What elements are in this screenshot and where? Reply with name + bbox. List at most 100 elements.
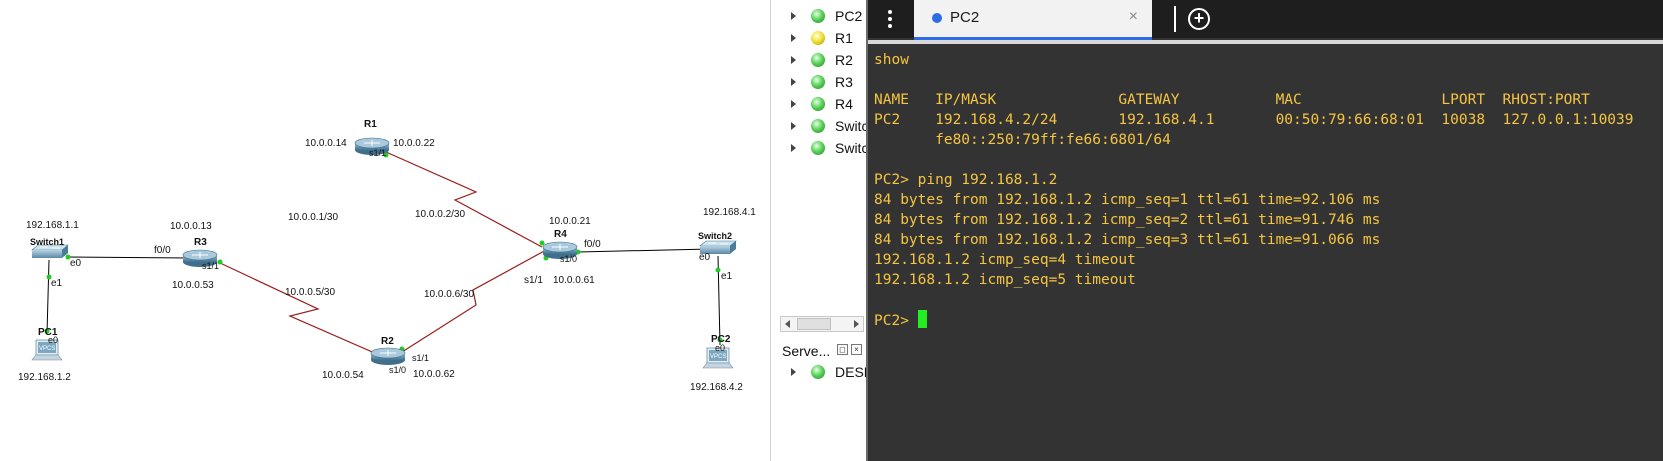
terminal-line: 192.168.1.2 icmp_seq=5 timeout: [874, 272, 1136, 288]
scrollbar-thumb[interactable]: [797, 318, 831, 330]
device-item-pc2[interactable]: PC2: [771, 5, 867, 27]
device-item-r4[interactable]: R4: [771, 93, 867, 115]
switch2-port-e1: e1: [721, 271, 733, 282]
terminal-line: PC2 192.168.4.2/24 192.168.4.1 00:50:79:…: [874, 112, 1634, 128]
terminal-output[interactable]: show NAME IP/MASK GATEWAY MAC LPORT RHOS…: [874, 50, 1662, 455]
device-name: R3: [835, 74, 853, 90]
r2-port-s10: s1/0: [389, 365, 407, 375]
scroll-left-icon[interactable]: [785, 320, 790, 328]
device-name: R1: [835, 30, 853, 46]
server-name: DESKTOP: [835, 364, 867, 380]
terminal-line: PC2> ping 192.168.1.2: [874, 172, 1058, 188]
link-r1-r4[interactable]: [385, 151, 543, 248]
servers-panel-title: Serve...: [782, 343, 831, 359]
r2-port-s11: s1/1: [412, 353, 430, 363]
pc2-ip: 192.168.4.2: [690, 382, 743, 393]
r3-port-f00: f0/0: [154, 245, 171, 256]
expand-arrow-icon[interactable]: [791, 100, 796, 108]
r4-port-s10: s1/0: [560, 254, 578, 264]
terminal-cursor: [917, 310, 927, 328]
status-green-icon: [811, 365, 825, 379]
link-switch1-r3[interactable]: [65, 256, 191, 259]
menu-kebab-icon[interactable]: [888, 10, 892, 28]
device-item-r1[interactable]: R1: [771, 27, 867, 49]
link-r2-r4[interactable]: [401, 249, 547, 353]
status-green-icon: [811, 97, 825, 111]
pc1-icon-text: VPCS: [39, 346, 56, 352]
devices-panel: PC2 R1 R2 R3 R4 Switch1 Switch2 DESKTOP: [770, 0, 867, 461]
tab-label: PC2: [950, 9, 980, 26]
new-tab-icon[interactable]: +: [1188, 8, 1210, 30]
tab-status-dot-icon: [932, 13, 942, 23]
device-name: Switch2: [835, 140, 867, 156]
router-r4-label: R4: [554, 229, 567, 240]
expand-arrow-icon[interactable]: [791, 34, 796, 42]
close-panel-icon[interactable]: ×: [851, 344, 862, 355]
topology-canvas[interactable]: R1 s1/1 R3 s1/1 R2 s1/1 s1/0 R4 s1/0 Swi…: [0, 0, 770, 461]
terminal-line: 84 bytes from 192.168.1.2 icmp_seq=1 ttl…: [874, 192, 1381, 208]
switch2-label: Switch2: [698, 231, 733, 241]
terminal-prompt: PC2>: [874, 313, 918, 329]
expand-arrow-icon[interactable]: [791, 144, 796, 152]
pc2-icon-text: VPCS: [710, 354, 727, 360]
port-indicators: [44, 152, 723, 359]
r1-port-s11: s1/1: [369, 148, 387, 158]
devices-horizontal-scrollbar[interactable]: [780, 316, 864, 332]
device-name: R4: [835, 96, 853, 112]
r4-bottom-ip: 10.0.0.61: [553, 275, 595, 286]
device-item-r2[interactable]: R2: [771, 49, 867, 71]
r4-port-f00: f0/0: [584, 239, 601, 250]
r4-top-ip: 10.0.0.21: [549, 216, 591, 227]
pc1-ip: 192.168.1.2: [18, 372, 71, 383]
r1-left-ip: 10.0.0.14: [305, 138, 347, 149]
close-tab-icon[interactable]: ×: [1129, 8, 1138, 26]
router-r2-label: R2: [381, 336, 394, 347]
terminal-window[interactable]: PC2 × + show NAME IP/MASK GATEWAY MAC LP…: [866, 0, 1663, 461]
terminal-top-border: [868, 40, 1663, 44]
status-green-icon: [811, 141, 825, 155]
scroll-right-icon[interactable]: [854, 320, 859, 328]
switch1-label: Switch1: [30, 237, 65, 247]
expand-arrow-icon[interactable]: [791, 78, 796, 86]
terminal-line: show: [874, 52, 909, 68]
switch1-port-e1: e1: [51, 278, 63, 289]
device-item-switch2[interactable]: Switch2: [771, 137, 867, 159]
expand-arrow-icon[interactable]: [791, 122, 796, 130]
router-r1-label: R1: [364, 119, 377, 130]
device-item-r3[interactable]: R3: [771, 71, 867, 93]
switch2-port-e0: e0: [699, 252, 711, 263]
status-green-icon: [811, 75, 825, 89]
terminal-line: fe80::250:79ff:fe66:6801/64: [874, 132, 1171, 148]
r3-top-ip: 10.0.0.13: [170, 221, 212, 232]
link-switch1-pc1[interactable]: [46, 259, 50, 335]
device-name: Switch1: [835, 118, 867, 134]
link-r3-r2[interactable]: [217, 261, 387, 359]
tab-pc2[interactable]: PC2 ×: [914, 0, 1152, 40]
server-item-desktop[interactable]: DESKTOP: [771, 361, 867, 383]
device-item-switch1[interactable]: Switch1: [771, 115, 867, 137]
net-r1-r4: 10.0.0.2/30: [415, 209, 466, 220]
status-green-icon: [811, 119, 825, 133]
switch1-net: 192.168.1.1: [26, 220, 79, 231]
r3-port-s11: s1/1: [202, 261, 220, 271]
float-panel-icon[interactable]: ◻: [837, 344, 848, 355]
switch2-net: 192.168.4.1: [703, 207, 756, 218]
router-r2-icon[interactable]: [370, 347, 406, 365]
device-name: R2: [835, 52, 853, 68]
expand-arrow-icon[interactable]: [791, 56, 796, 64]
router-r3-label: R3: [194, 237, 207, 248]
terminal-prompt-line[interactable]: PC2>: [874, 310, 1662, 330]
r2-right-ip: 10.0.0.62: [413, 369, 455, 380]
r4-port-s11: s1/1: [524, 275, 543, 286]
terminal-line: 84 bytes from 192.168.1.2 icmp_seq=2 ttl…: [874, 212, 1381, 228]
expand-arrow-icon[interactable]: [791, 368, 796, 376]
expand-arrow-icon[interactable]: [791, 12, 796, 20]
status-green-icon: [811, 9, 825, 23]
device-name: PC2: [835, 8, 863, 24]
terminal-line: 84 bytes from 192.168.1.2 icmp_seq=3 ttl…: [874, 232, 1381, 248]
net-r1-r3: 10.0.0.1/30: [288, 212, 339, 223]
terminal-tab-bar: PC2 × +: [868, 0, 1663, 40]
